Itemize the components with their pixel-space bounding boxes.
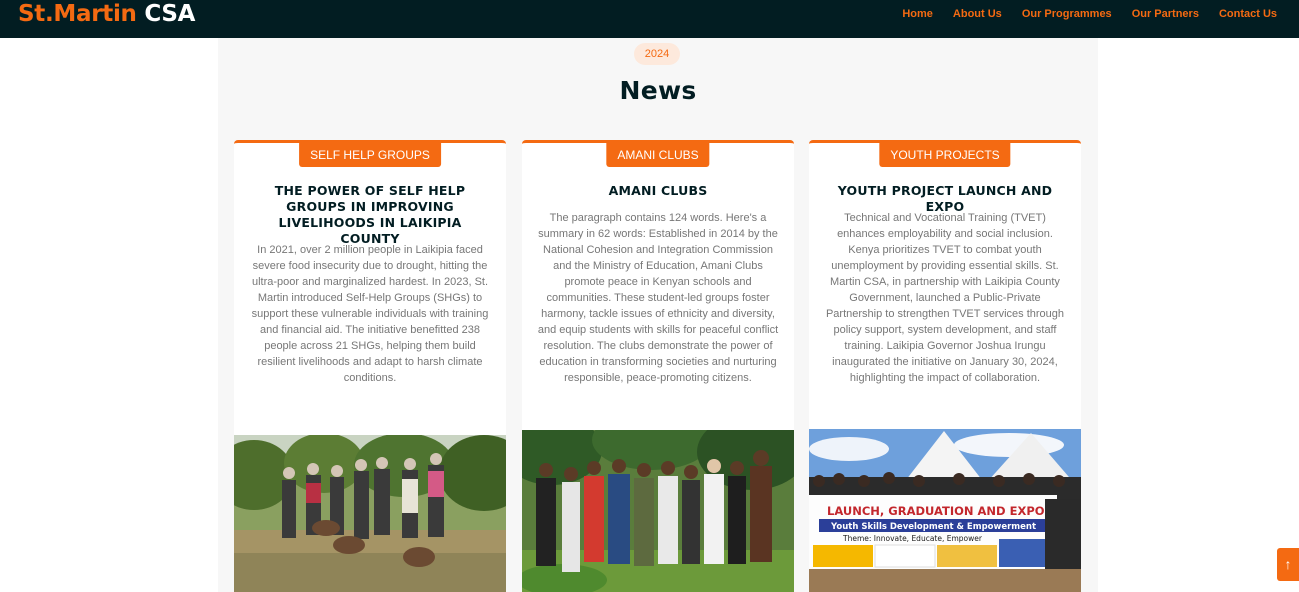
nav-about-us[interactable]: About Us [953, 7, 1002, 21]
news-card-amani-clubs[interactable]: AMANI CLUBS AMANI CLUBS The paragraph co… [522, 140, 794, 592]
brand-name-part2: CSA [136, 1, 196, 27]
news-card-youth-projects[interactable]: YOUTH PROJECTS YOUTH PROJECT LAUNCH AND … [809, 140, 1081, 592]
banner-line3: Theme: Innovate, Educate, Empower [842, 534, 983, 543]
nav-our-programmes[interactable]: Our Programmes [1022, 7, 1112, 21]
banner-line1: LAUNCH, GRADUATION AND EXPO [827, 504, 1045, 518]
main-nav: Home About Us Our Programmes Our Partner… [902, 7, 1277, 21]
section-title: News [619, 76, 697, 105]
scroll-to-top-button[interactable]: ↑ [1277, 548, 1299, 581]
nav-contact-us[interactable]: Contact Us [1219, 7, 1277, 21]
banner-line2: Youth Skills Development & Empowerment [830, 522, 1036, 532]
arrow-up-icon: ↑ [1284, 556, 1292, 572]
brand-name-part1: St.Martin [18, 1, 137, 27]
nav-home[interactable]: Home [902, 7, 933, 21]
nav-our-partners[interactable]: Our Partners [1132, 7, 1199, 21]
card-category-tag[interactable]: YOUTH PROJECTS [879, 143, 1011, 167]
top-navbar: St.Martin CSA Home About Us Our Programm… [0, 0, 1299, 38]
card-category-tag[interactable]: AMANI CLUBS [606, 143, 710, 167]
card-category-tag[interactable]: SELF HELP GROUPS [299, 143, 441, 167]
card-photo-expo-banner: LAUNCH, GRADUATION AND EXPO Youth Skills… [809, 429, 1081, 592]
card-title[interactable]: THE POWER OF SELF HELP GROUPS IN IMPROVI… [248, 183, 492, 247]
card-body: The paragraph contains 124 words. Here's… [537, 212, 779, 384]
card-photo-group [522, 430, 794, 592]
card-body: Technical and Vocational Training (TVET)… [825, 212, 1065, 384]
card-body: In 2021, over 2 million people in Laikip… [251, 244, 489, 384]
brand-logo[interactable]: St.Martin CSA [18, 1, 195, 27]
news-card-self-help-groups[interactable]: SELF HELP GROUPS THE POWER OF SELF HELP … [234, 140, 506, 592]
card-title[interactable]: AMANI CLUBS [536, 183, 780, 199]
year-badge: 2024 [634, 43, 680, 65]
card-photo-goats [234, 435, 506, 592]
